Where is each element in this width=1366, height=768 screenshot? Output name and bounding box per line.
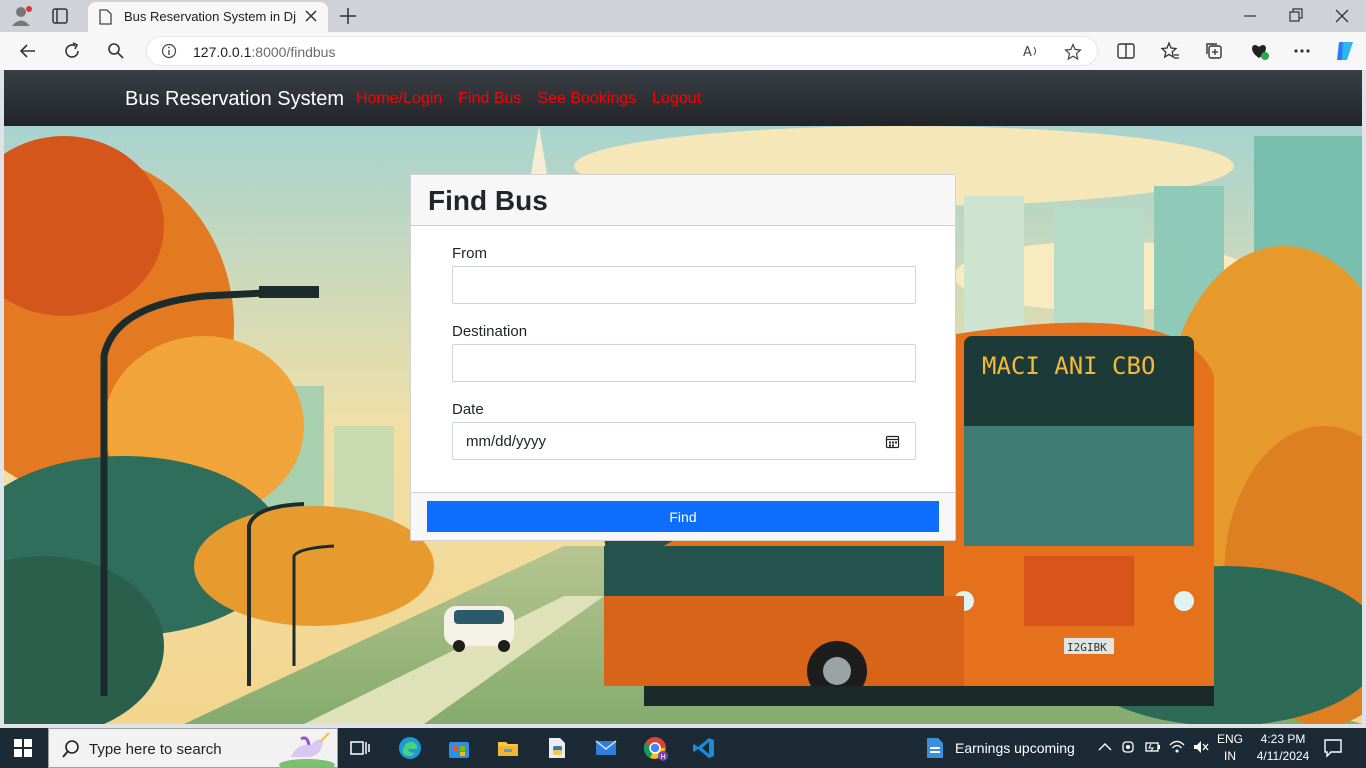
taskbar-search[interactable]: Type here to search — [48, 728, 338, 768]
from-input[interactable] — [452, 266, 916, 304]
new-tab-icon[interactable] — [338, 6, 358, 31]
vscode-icon[interactable] — [692, 736, 716, 760]
search-icon[interactable] — [106, 41, 126, 61]
favorite-star-icon[interactable] — [1064, 43, 1082, 66]
collections-icon[interactable] — [1204, 41, 1224, 61]
url-host: 127.0.0.1 — [193, 44, 252, 60]
language-indicator[interactable]: ENG IN — [1216, 731, 1244, 765]
file-explorer-icon[interactable] — [496, 736, 520, 760]
browser-tab[interactable]: Bus Reservation System in Djang — [88, 2, 328, 32]
wifi-icon[interactable] — [1168, 738, 1186, 756]
close-tab-icon[interactable] — [304, 9, 318, 28]
svg-text:I2GIBK: I2GIBK — [1067, 641, 1107, 654]
meet-now-icon[interactable] — [1120, 738, 1138, 756]
mail-icon[interactable] — [594, 736, 618, 760]
news-text[interactable]: Earnings upcoming — [955, 740, 1075, 757]
site-info-icon[interactable] — [161, 43, 177, 64]
close-window-icon[interactable] — [1334, 6, 1350, 31]
date-input[interactable]: mm/dd/yyyy — [452, 422, 916, 460]
browser-essentials-icon[interactable] — [1248, 41, 1269, 61]
tab-actions-icon[interactable] — [50, 6, 70, 26]
card-footer: Find — [411, 492, 955, 540]
url-path: :8000/findbus — [251, 44, 336, 60]
svg-text:MACI ANI CBO: MACI ANI CBO — [982, 352, 1155, 380]
windows-taskbar: Type here to search H Earnings upcoming — [0, 728, 1366, 768]
date-placeholder: mm/dd/yyyy — [466, 433, 547, 450]
svg-text:H: H — [661, 753, 666, 761]
clock-date: 4/11/2024 — [1256, 749, 1310, 763]
profile-icon[interactable] — [8, 4, 34, 28]
destination-input[interactable] — [452, 344, 916, 382]
notifications-icon[interactable] — [1322, 737, 1344, 759]
page-title: Find Bus — [428, 185, 548, 216]
refresh-icon[interactable] — [62, 41, 82, 61]
find-button[interactable]: Find — [427, 501, 939, 532]
browser-toolbar: 127.0.0.1:8000/findbus A — [0, 32, 1366, 70]
restore-icon[interactable] — [1288, 6, 1304, 31]
battery-icon[interactable] — [1144, 738, 1162, 756]
browser-tab-strip: Bus Reservation System in Djang — [0, 0, 1366, 32]
clock-time: 4:23 PM — [1260, 732, 1306, 746]
python-file-icon[interactable] — [545, 736, 569, 760]
nav-links: Home/Login Find Bus See Bookings Logout — [356, 90, 701, 108]
nav-link-logout[interactable]: Logout — [652, 90, 701, 108]
url-text: 127.0.0.1:8000/findbus — [193, 44, 335, 60]
destination-label: Destination — [452, 323, 528, 340]
region-code: IN — [1224, 749, 1236, 763]
read-aloud-icon[interactable]: A — [1023, 43, 1041, 64]
tab-title: Bus Reservation System in Djang — [124, 9, 296, 24]
address-bar[interactable]: 127.0.0.1:8000/findbus A — [146, 36, 1098, 66]
date-label: Date — [452, 401, 484, 418]
favorites-icon[interactable] — [1160, 41, 1180, 61]
task-view-icon[interactable] — [348, 736, 372, 760]
split-screen-icon[interactable] — [1116, 41, 1136, 61]
news-widget-icon[interactable] — [924, 736, 948, 760]
more-options-icon[interactable] — [1292, 41, 1312, 61]
nav-link-see-bookings[interactable]: See Bookings — [537, 90, 636, 108]
search-placeholder: Type here to search — [89, 741, 222, 758]
unicorn-search-highlight-icon — [277, 731, 335, 768]
navbar-brand[interactable]: Bus Reservation System — [125, 88, 344, 111]
minimize-icon[interactable] — [1242, 6, 1258, 31]
nav-link-find-bus[interactable]: Find Bus — [458, 90, 521, 108]
site-navbar: Bus Reservation System Home/Login Find B… — [4, 70, 1362, 126]
nav-link-home-login[interactable]: Home/Login — [356, 90, 442, 108]
language-code: ENG — [1216, 732, 1243, 746]
edge-icon[interactable] — [398, 736, 422, 760]
svg-text:A: A — [1023, 45, 1032, 59]
page-icon — [98, 9, 112, 30]
chrome-icon[interactable]: H — [643, 736, 668, 761]
from-label: From — [452, 245, 487, 262]
back-icon[interactable] — [18, 41, 38, 61]
microsoft-store-icon[interactable] — [447, 736, 471, 760]
find-bus-card: Find Bus From Destination Date mm/dd/yyy… — [410, 174, 956, 541]
calendar-icon[interactable] — [885, 434, 900, 453]
volume-muted-icon[interactable] — [1192, 738, 1210, 756]
copilot-icon[interactable] — [1333, 39, 1357, 63]
search-icon — [61, 739, 81, 764]
chevron-up-icon[interactable] — [1096, 738, 1114, 756]
web-page: Bus Reservation System Home/Login Find B… — [4, 70, 1362, 724]
clock[interactable]: 4:23 PM 4/11/2024 — [1250, 731, 1316, 765]
card-header: Find Bus — [411, 175, 955, 226]
windows-start-icon[interactable] — [13, 738, 33, 758]
